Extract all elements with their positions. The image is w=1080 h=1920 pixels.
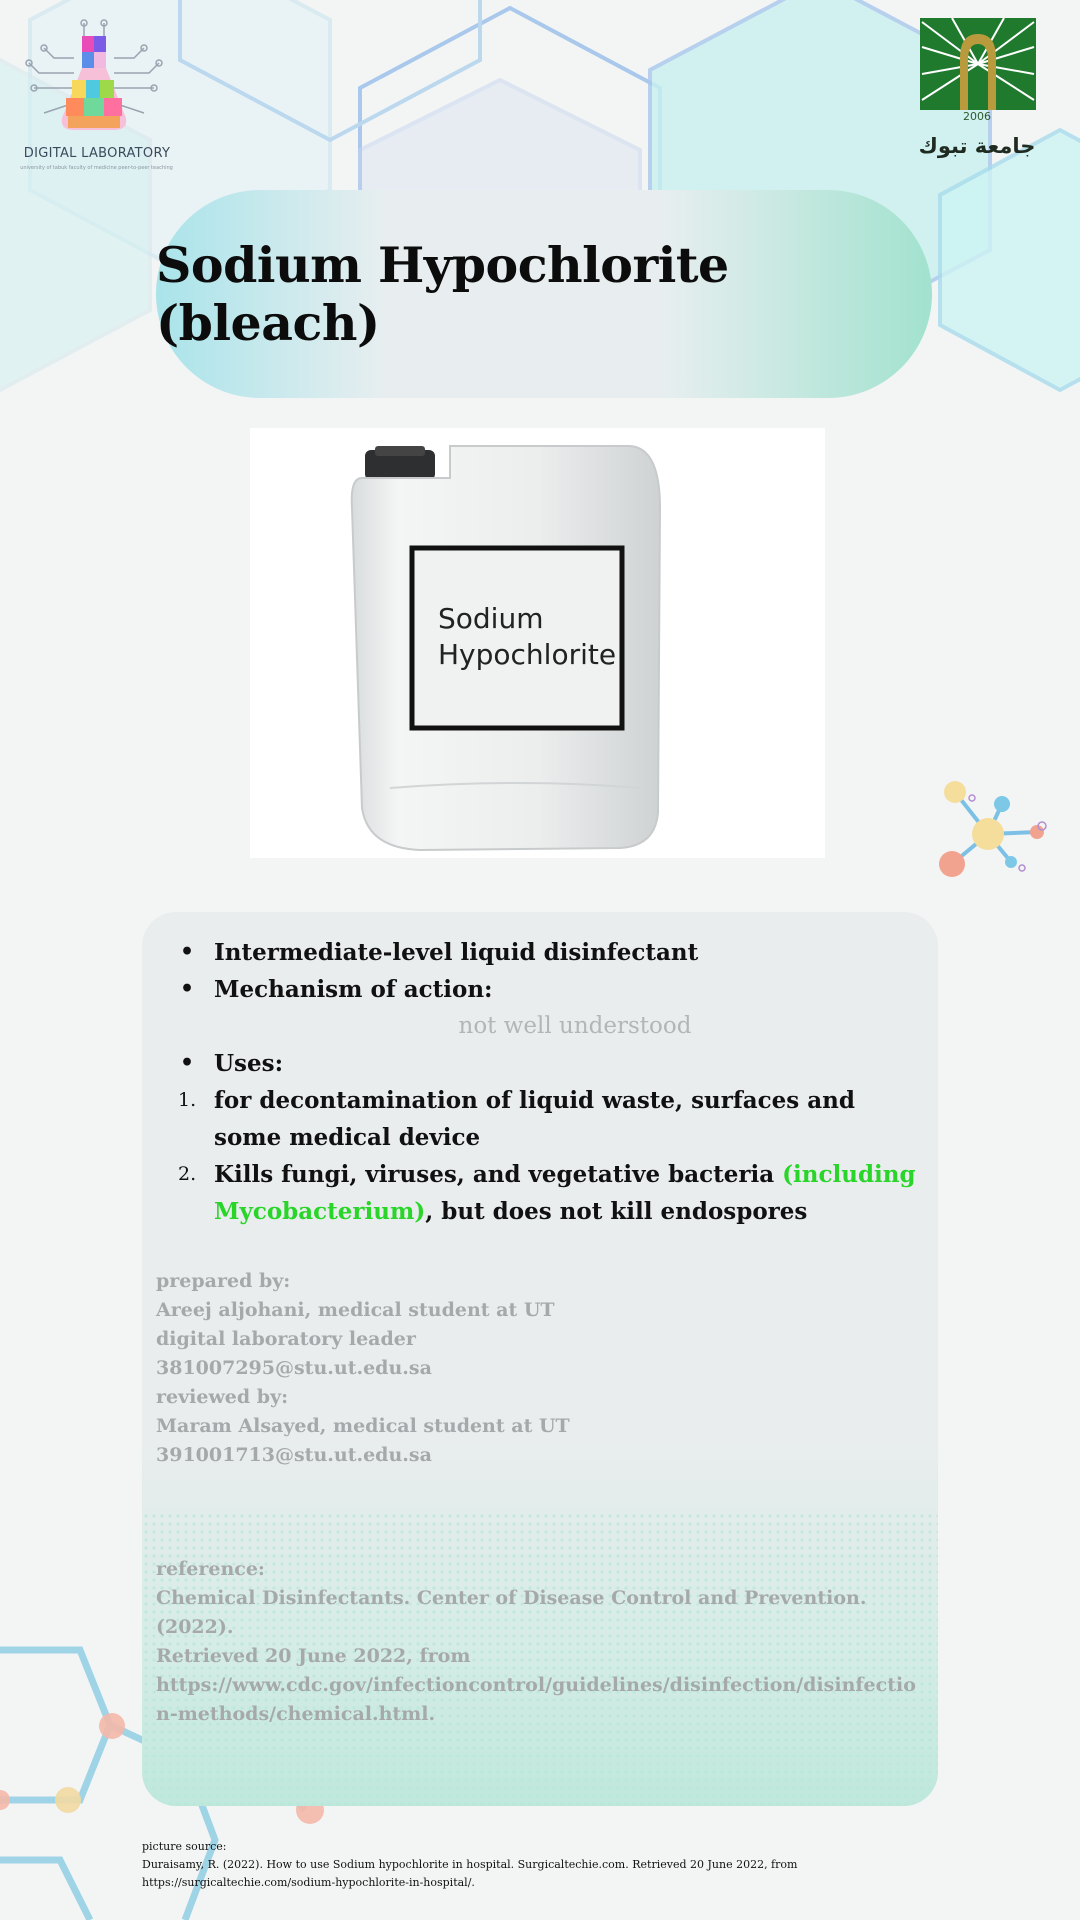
reference-label: reference: bbox=[156, 1558, 265, 1580]
flask-circuit-icon bbox=[25, 19, 163, 130]
reference-line: Retrieved 20 June 2022, from bbox=[156, 1645, 471, 1667]
item-text: for decontamination of liquid waste, sur… bbox=[214, 1087, 855, 1151]
info-card: • Intermediate-level liquid disinfectant… bbox=[142, 912, 938, 1806]
bullet-text: Intermediate-level liquid disinfectant bbox=[214, 939, 699, 966]
bullet-dot-icon: • bbox=[180, 939, 195, 965]
logo-subtitle: university of tabuk faculty of medicine … bbox=[20, 165, 173, 171]
reviewed-name: Maram Alsayed, medical student at UT bbox=[156, 1415, 570, 1437]
title-banner: Sodium Hypochlorite (bleach) bbox=[156, 190, 932, 398]
numbered-item: 1. for decontamination of liquid waste, … bbox=[170, 1082, 920, 1156]
prepared-label: prepared by: bbox=[156, 1270, 291, 1292]
reviewed-email: 391001713@stu.ut.edu.sa bbox=[156, 1444, 432, 1466]
prepared-email: 381007295@stu.ut.edu.sa bbox=[156, 1357, 432, 1379]
bullet-item: • Mechanism of action: bbox=[170, 971, 920, 1008]
numbered-item: 2. Kills fungi, viruses, and vegetative … bbox=[170, 1156, 920, 1230]
bullet-item: • Intermediate-level liquid disinfectant bbox=[170, 934, 920, 971]
key-points: • Intermediate-level liquid disinfectant… bbox=[170, 934, 920, 1230]
item-text: , but does not kill endospores bbox=[425, 1198, 808, 1225]
bullet-dot-icon: • bbox=[180, 1050, 195, 1076]
product-image: Sodium Hypochlorite bbox=[250, 428, 825, 858]
bullet-text: Mechanism of action: bbox=[214, 976, 493, 1003]
university-emblem-icon bbox=[920, 17, 1036, 110]
bullet-dot-icon: • bbox=[180, 976, 195, 1002]
bullet-text: Uses: bbox=[214, 1050, 284, 1077]
bleach-container-illustration: Sodium Hypochlorite bbox=[350, 445, 662, 852]
container-label-line1: Sodium bbox=[438, 602, 543, 635]
digital-laboratory-logo: DIGITAL LABORATORY university of tabuk f… bbox=[14, 18, 174, 178]
item-number: 2. bbox=[178, 1163, 197, 1185]
item-number: 1. bbox=[178, 1089, 197, 1111]
container-label-line2: Hypochlorite bbox=[438, 638, 616, 671]
reference-section: reference: Chemical Disinfectants. Cente… bbox=[156, 1555, 926, 1729]
picture-source-text: Duraisamy, R. (2022). How to use Sodium … bbox=[142, 1858, 798, 1889]
picture-source-label: picture source: bbox=[142, 1840, 227, 1853]
mechanism-note: not well understood bbox=[458, 1013, 692, 1039]
molecule-node bbox=[55, 1787, 81, 1813]
university-logo: 2006 جامعة تبوك bbox=[912, 12, 1062, 162]
logo-label: DIGITAL LABORATORY bbox=[23, 146, 171, 161]
prepared-name: Areej aljohani, medical student at UT bbox=[156, 1299, 555, 1321]
item-text: Kills fungi, viruses, and vegetative bac… bbox=[214, 1161, 783, 1188]
bullet-item: • Uses: bbox=[170, 1045, 920, 1082]
reference-line: Chemical Disinfectants. Center of Diseas… bbox=[156, 1587, 867, 1638]
credits-section: prepared by: Areej aljohani, medical stu… bbox=[156, 1267, 926, 1470]
molecule-node bbox=[0, 1790, 10, 1810]
molecule-node bbox=[99, 1713, 125, 1739]
prepared-role: digital laboratory leader bbox=[156, 1328, 416, 1350]
picture-source: picture source: Duraisamy, R. (2022). Ho… bbox=[142, 1838, 942, 1892]
reviewed-label: reviewed by: bbox=[156, 1386, 289, 1408]
reference-url: https://www.cdc.gov/infectioncontrol/gui… bbox=[156, 1674, 916, 1725]
page-title: Sodium Hypochlorite (bleach) bbox=[156, 236, 729, 352]
university-name: جامعة تبوك bbox=[918, 134, 1036, 158]
university-year: 2006 bbox=[963, 110, 991, 123]
